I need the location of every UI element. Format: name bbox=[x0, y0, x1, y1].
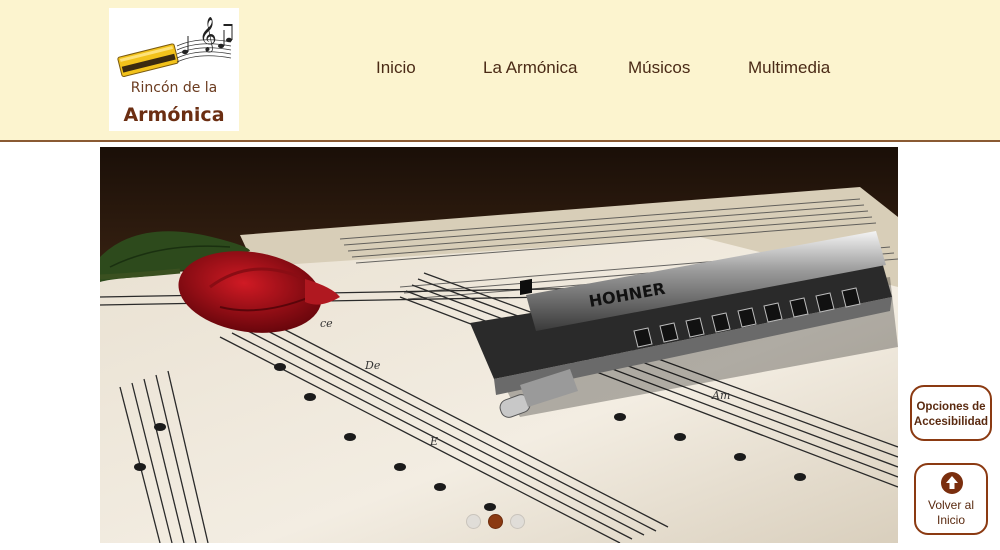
back-to-top-label-line1: Volver al bbox=[927, 498, 975, 512]
nav-link-inicio[interactable]: Inicio bbox=[376, 58, 416, 78]
logo-text-line2: Armónica bbox=[123, 104, 225, 126]
svg-text:𝄞: 𝄞 bbox=[199, 17, 217, 53]
image-carousel[interactable]: De E Am ce HOHNER bbox=[100, 147, 898, 543]
carousel-dot-1[interactable] bbox=[466, 514, 481, 529]
note-label-e: E bbox=[429, 435, 438, 448]
accessibility-label-line2: Accesibilidad bbox=[913, 416, 989, 428]
arrow-up-circle-icon bbox=[941, 472, 963, 494]
main-nav: Inicio La Armónica Músicos Multimedia bbox=[0, 58, 1000, 82]
nav-link-multimedia[interactable]: Multimedia bbox=[748, 58, 830, 78]
nav-link-musicos[interactable]: Músicos bbox=[628, 58, 690, 78]
note-label-am: Am bbox=[711, 389, 730, 402]
note-label-ce: ce bbox=[320, 317, 333, 330]
site-header: 𝄞 Rincón de la Armónica Inicio La Armóni… bbox=[0, 0, 1000, 142]
nav-link-la-armonica[interactable]: La Armónica bbox=[483, 58, 578, 78]
back-to-top-button[interactable]: Volver al Inicio bbox=[914, 463, 988, 535]
logo-text-line1: Rincón de la bbox=[130, 80, 218, 96]
note-label-de: De bbox=[364, 359, 381, 372]
accessibility-options-button[interactable]: Opciones de Accesibilidad bbox=[910, 385, 992, 441]
back-to-top-label-line2: Inicio bbox=[936, 513, 965, 527]
carousel-dot-3[interactable] bbox=[510, 514, 525, 529]
accessibility-label-line1: Opciones de bbox=[916, 401, 986, 413]
carousel-dot-2-active[interactable] bbox=[488, 514, 503, 529]
harmonica-sheet-music-photo: De E Am ce HOHNER bbox=[100, 147, 898, 543]
